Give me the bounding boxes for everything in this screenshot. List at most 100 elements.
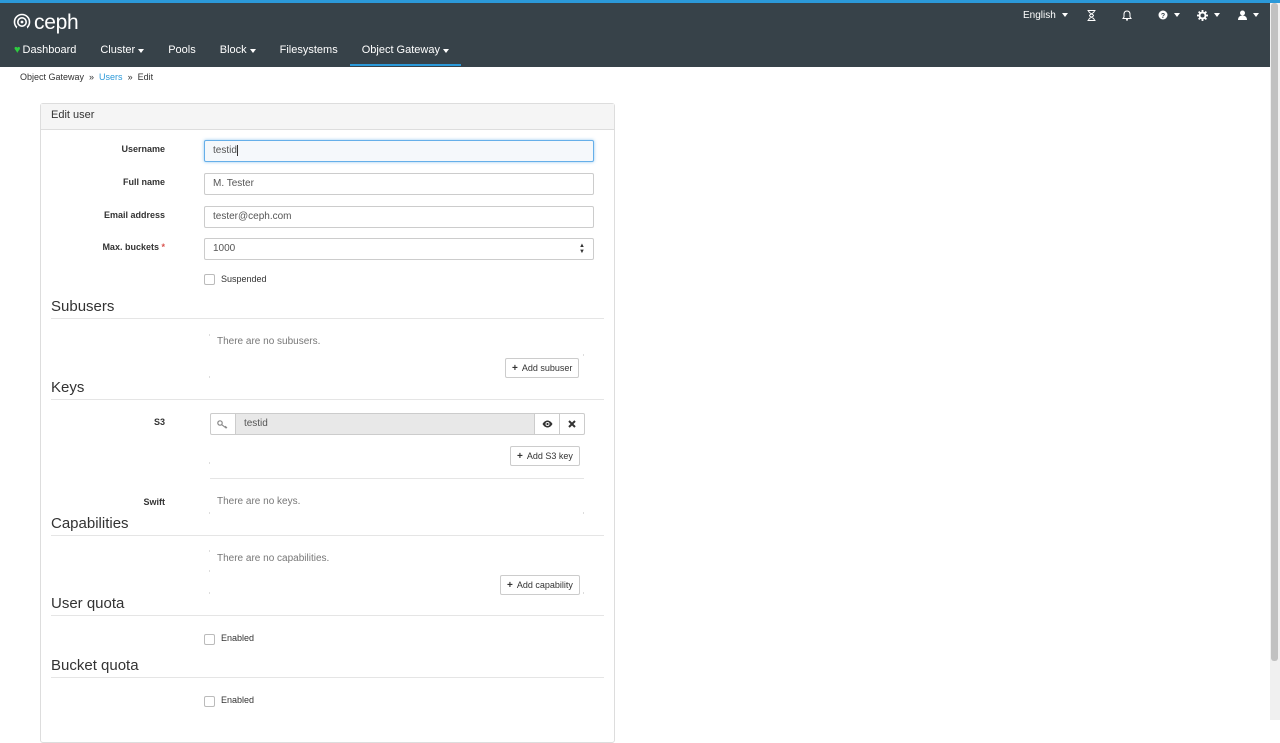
- task-queue-button[interactable]: [1087, 8, 1096, 22]
- fullname-value: M. Tester: [213, 178, 254, 189]
- ceph-logo[interactable]: ceph: [12, 11, 79, 35]
- hourglass-icon: [1087, 9, 1096, 21]
- list-border-mark: [583, 592, 584, 594]
- nav-object-gateway-label: Object Gateway: [361, 44, 440, 56]
- username-value: testid: [213, 145, 237, 156]
- nav-filesystems[interactable]: Filesystems: [268, 39, 350, 67]
- nav-block[interactable]: Block: [208, 39, 268, 67]
- chevron-down-icon: [1214, 13, 1220, 17]
- breadcrumb-users-link[interactable]: Users: [99, 72, 123, 82]
- list-border-mark: [209, 334, 210, 336]
- nav-dashboard-label: Dashboard: [22, 44, 77, 56]
- bucket-quota-heading: Bucket quota: [51, 657, 139, 674]
- list-border-mark: [209, 462, 210, 464]
- nav-cluster[interactable]: Cluster: [88, 39, 156, 67]
- username-input[interactable]: testid: [204, 140, 594, 162]
- swift-empty-text: There are no keys.: [217, 496, 301, 507]
- edit-user-panel: Edit user Username testid Full name M. T…: [40, 103, 615, 743]
- fullname-input[interactable]: M. Tester: [204, 173, 594, 195]
- subusers-empty-text: There are no subusers.: [217, 336, 321, 347]
- section-divider: [51, 318, 604, 319]
- list-border-mark: [209, 550, 210, 552]
- swift-label: Swift: [143, 497, 166, 507]
- user-icon: [1238, 10, 1247, 20]
- health-heart-icon: ♥: [14, 44, 21, 56]
- email-input[interactable]: tester@ceph.com: [204, 206, 594, 228]
- key-icon: [210, 413, 236, 435]
- keys-heading: Keys: [51, 379, 85, 396]
- number-stepper[interactable]: ▲ ▼: [579, 243, 585, 255]
- help-icon: ?: [1158, 10, 1168, 20]
- maxbuckets-input[interactable]: 1000 ▲ ▼: [204, 238, 594, 260]
- chevron-down-icon: [138, 49, 145, 53]
- brand-name: ceph: [34, 11, 79, 34]
- list-border-mark: [209, 376, 210, 378]
- key-glyph-icon: [217, 419, 228, 429]
- main-menu: ♥ Dashboard Cluster Pools Block Filesyst…: [0, 39, 462, 67]
- nav-filesystems-label: Filesystems: [279, 44, 338, 56]
- s3-key-input[interactable]: testid: [235, 413, 536, 435]
- notifications-button[interactable]: [1122, 8, 1132, 22]
- eye-icon: [542, 420, 553, 428]
- chevron-down-icon: [249, 49, 256, 53]
- maxbuckets-label: Max. buckets *: [41, 242, 165, 252]
- gear-icon: [1197, 9, 1208, 21]
- user-quota-heading: User quota: [51, 595, 125, 612]
- section-divider: [51, 535, 604, 536]
- add-capability-button[interactable]: + Add capability: [500, 575, 580, 595]
- user-menu[interactable]: [1238, 8, 1259, 22]
- navbar: ceph English ? ♥ Dashboard Cluster Pools…: [0, 3, 1270, 67]
- nav-dashboard[interactable]: ♥ Dashboard: [0, 39, 88, 67]
- capabilities-empty-text: There are no capabilities.: [217, 553, 330, 564]
- breadcrumb: Object Gateway » Users » Edit: [20, 72, 153, 82]
- page-scrollbar[interactable]: [1270, 3, 1280, 720]
- help-menu[interactable]: ?: [1158, 8, 1180, 22]
- add-s3-key-button[interactable]: + Add S3 key: [510, 446, 580, 466]
- s3-key-row: testid: [210, 413, 586, 435]
- username-label: Username: [121, 144, 165, 154]
- scrollbar-thumb[interactable]: [1271, 3, 1278, 661]
- close-icon: [568, 420, 576, 428]
- user-quota-enabled-checkbox[interactable]: [204, 634, 215, 645]
- maxbuckets-label-text: Max. buckets: [102, 242, 159, 252]
- plus-icon: +: [512, 362, 518, 374]
- section-divider: [51, 615, 604, 616]
- settings-menu[interactable]: [1197, 8, 1220, 22]
- delete-key-button[interactable]: [560, 413, 586, 435]
- s3-key-value: testid: [243, 418, 268, 429]
- nav-pools[interactable]: Pools: [156, 39, 208, 67]
- breadcrumb-separator-icon: »: [89, 72, 95, 82]
- required-asterisk: *: [161, 242, 165, 252]
- chevron-down-icon: [1174, 13, 1180, 17]
- list-border-mark: [209, 512, 210, 514]
- list-border-mark: [583, 512, 584, 514]
- show-key-button[interactable]: [535, 413, 561, 435]
- nav-block-label: Block: [219, 44, 247, 56]
- add-subuser-button[interactable]: + Add subuser: [505, 358, 580, 378]
- panel-title: Edit user: [41, 104, 614, 130]
- add-capability-label: Add capability: [516, 580, 573, 590]
- nav-object-gateway[interactable]: Object Gateway: [349, 39, 462, 67]
- ceph-logo-icon: [13, 13, 31, 33]
- suspended-checkbox[interactable]: [204, 274, 215, 285]
- plus-icon: +: [507, 579, 513, 591]
- user-quota-enabled-label: Enabled: [221, 633, 255, 643]
- chevron-down-icon: [1061, 13, 1068, 17]
- keys-divider: [210, 478, 584, 479]
- language-label: English: [1023, 9, 1056, 21]
- add-subuser-label: Add subuser: [521, 363, 573, 373]
- subusers-heading: Subusers: [51, 298, 115, 315]
- suspended-label: Suspended: [221, 274, 267, 284]
- stepper-down-icon[interactable]: ▼: [579, 249, 585, 255]
- breadcrumb-separator-icon: »: [127, 72, 133, 82]
- language-selector[interactable]: English: [1023, 8, 1068, 22]
- capabilities-heading: Capabilities: [51, 515, 129, 532]
- breadcrumb-current: Edit: [137, 72, 154, 82]
- text-cursor: [236, 144, 238, 156]
- section-divider: [51, 399, 604, 400]
- plus-icon: +: [517, 450, 523, 462]
- breadcrumb-root: Object Gateway: [20, 72, 85, 82]
- fullname-label: Full name: [122, 177, 165, 187]
- bucket-quota-enabled-checkbox[interactable]: [204, 696, 215, 707]
- chevron-down-icon: [1253, 13, 1259, 17]
